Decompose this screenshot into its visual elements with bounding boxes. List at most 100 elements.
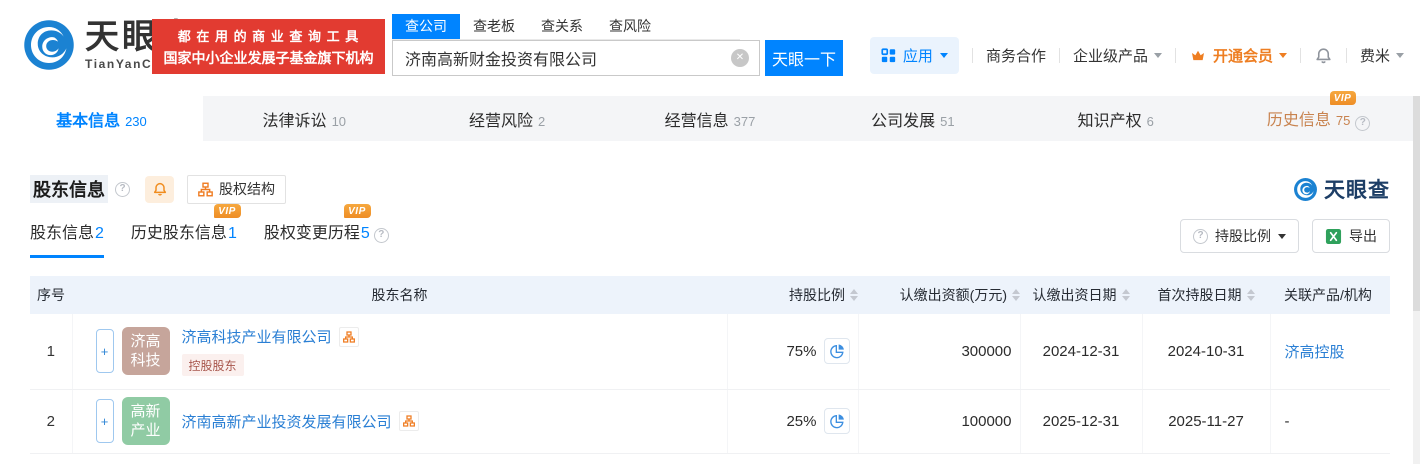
col-shareholder-name: 股东名称 [72,276,727,314]
col-shareholding-ratio[interactable]: 持股比例 [727,276,858,314]
vip-badge: VIP [214,204,241,218]
col-subscribed-capital[interactable]: 认缴出资额(万元) [858,276,1020,314]
tianyancha-logo-icon [1294,177,1317,201]
divider [971,48,973,63]
vip-badge: VIP [1329,91,1357,106]
org-chart-icon [402,415,415,427]
col-first-holding-date[interactable]: 首次持股日期 [1142,276,1270,314]
chevron-down-icon [1278,53,1287,58]
help-icon[interactable] [373,227,389,243]
apps-grid-icon [881,48,896,63]
subscribe-bell-button[interactable] [145,175,174,203]
company-link[interactable]: 济高科技产业有限公司 [182,326,332,347]
watermark-logo: 天眼查 [1293,174,1390,204]
shareholding-ratio-filter-button[interactable]: 持股比例 [1180,219,1299,253]
subtab-equity-change-history[interactable]: VIP 股权变更历程5 [263,204,389,255]
row-index: 1 [30,314,73,390]
nav-cooperation[interactable]: 商务合作 [986,45,1046,66]
search-tab-company[interactable]: 查公司 [392,14,460,39]
col-related-products: 关联产品/机构 [1270,276,1390,314]
sort-icon[interactable] [1012,289,1020,301]
tianyancha-page: 天眼查 TianYanCha.com 都 在 用 的 商 业 查 询 工 具 国… [0,0,1420,464]
sort-icon[interactable] [850,289,858,301]
expand-button[interactable] [95,329,114,374]
section-header: 股东信息 股权结构 天眼查 [30,174,1390,204]
chevron-down-icon [939,53,948,58]
subscribe-date-cell: 2025-12-31 [1020,389,1143,454]
chevron-down-icon [1278,233,1286,239]
table-row: 2 高新 产业 济南高新产业投资发展有限公司 [30,389,1390,454]
apps-label: 应用 [902,48,933,65]
slogan-banner: 都 在 用 的 商 业 查 询 工 具 国家中小企业发展子基金旗下机构 [152,19,385,74]
subtab-historical-shareholders[interactable]: VIP 历史股东信息1 [130,204,241,255]
row-index: 2 [30,389,73,454]
clear-icon[interactable] [731,49,749,67]
subtab-label: 历史股东信息 [130,225,227,242]
tab-label: 基本信息 [56,112,121,130]
search-submit-button[interactable]: 天眼一下 [765,40,843,76]
avatar: 高新 产业 [121,397,170,445]
divider [1174,48,1176,63]
export-button[interactable]: 导出 [1312,219,1390,253]
chevron-down-icon [1396,53,1404,58]
slogan-line2: 国家中小企业发展子基金旗下机构 [163,49,374,66]
col-index: 序号 [30,276,72,314]
search-input[interactable] [393,41,759,75]
subtab-label: 股东信息 [30,225,95,242]
tab-label: 历史信息 [1266,112,1331,130]
search-tab-relation[interactable]: 查关系 [528,14,596,39]
related-product-link[interactable]: 济高控股 [1285,344,1345,361]
enterprise-label: 企业级产品 [1072,48,1148,65]
pie-chart-button[interactable] [823,338,850,365]
search-input-wrap [392,40,760,76]
subtab-shareholder-info[interactable]: 股东信息2 [30,219,104,258]
divider [1299,48,1301,63]
tab-intellectual-property[interactable]: 知识产权 6 [1014,96,1217,141]
tianyancha-logo-icon [24,20,74,70]
help-icon[interactable] [1355,115,1371,131]
cooperation-label: 商务合作 [985,48,1046,65]
nav-enterprise-products[interactable]: 企业级产品 [1073,45,1162,66]
equity-chart-button[interactable] [338,326,359,347]
tab-count: 75 [1335,113,1351,129]
shareholder-name-cell: 济高 科技 济高科技产业有限公司 [72,314,728,390]
col-subscribed-date[interactable]: 认缴出资日期 [1020,276,1142,314]
sort-icon[interactable] [1246,289,1255,301]
table-actions: 持股比例 导出 [1180,219,1390,253]
search-tab-risk[interactable]: 查风险 [596,14,664,39]
first-hold-date-cell: 2024-10-31 [1142,314,1271,390]
crown-icon [1191,50,1204,60]
equity-structure-button[interactable]: 股权结构 [187,174,286,204]
tab-label: 经营信息 [664,112,729,130]
expand-button[interactable] [95,399,114,443]
pie-chart-icon [829,414,844,429]
tab-label: 法律诉讼 [262,112,327,130]
tab-label: 经营风险 [469,112,534,130]
tab-history-info[interactable]: VIP 历史信息 75 [1217,91,1420,141]
tab-basic-info[interactable]: 基本信息 230 [0,96,203,141]
shareholder-subtabs: 股东信息2 VIP 历史股东信息1 VIP 股权变更历程5 持股比例 [30,204,1390,258]
tab-operational-risk[interactable]: 经营风险 2 [406,96,609,141]
notifications-bell-icon[interactable] [1314,46,1333,65]
related-product-cell: - [1270,389,1390,454]
search-tabs: 查公司 查老板 查关系 查风险 [392,14,740,40]
tab-business-info[interactable]: 经营信息 377 [609,96,812,141]
ratio-cell: 25% [727,389,859,454]
help-icon [1193,228,1208,244]
equity-chart-button[interactable] [398,411,419,431]
equity-structure-label: 股权结构 [219,181,275,197]
pie-chart-button[interactable] [823,408,850,434]
tab-legal-proceedings[interactable]: 法律诉讼 10 [203,96,406,141]
tab-company-development[interactable]: 公司发展 51 [811,96,1014,141]
sort-icon[interactable] [1121,289,1130,301]
search-tab-boss[interactable]: 查老板 [460,14,528,39]
excel-icon [1325,228,1342,244]
apps-menu[interactable]: 应用 [869,37,959,74]
divider [1345,48,1347,63]
nav-open-membership[interactable]: 开通会员 [1189,45,1287,66]
help-icon[interactable] [115,181,130,197]
scrollbar-thumb[interactable] [1413,96,1420,311]
subtab-label: 股权变更历程 [263,225,360,242]
company-link[interactable]: 济南高新产业投资发展有限公司 [182,411,392,432]
nav-user-menu[interactable]: 费米 [1360,45,1404,66]
